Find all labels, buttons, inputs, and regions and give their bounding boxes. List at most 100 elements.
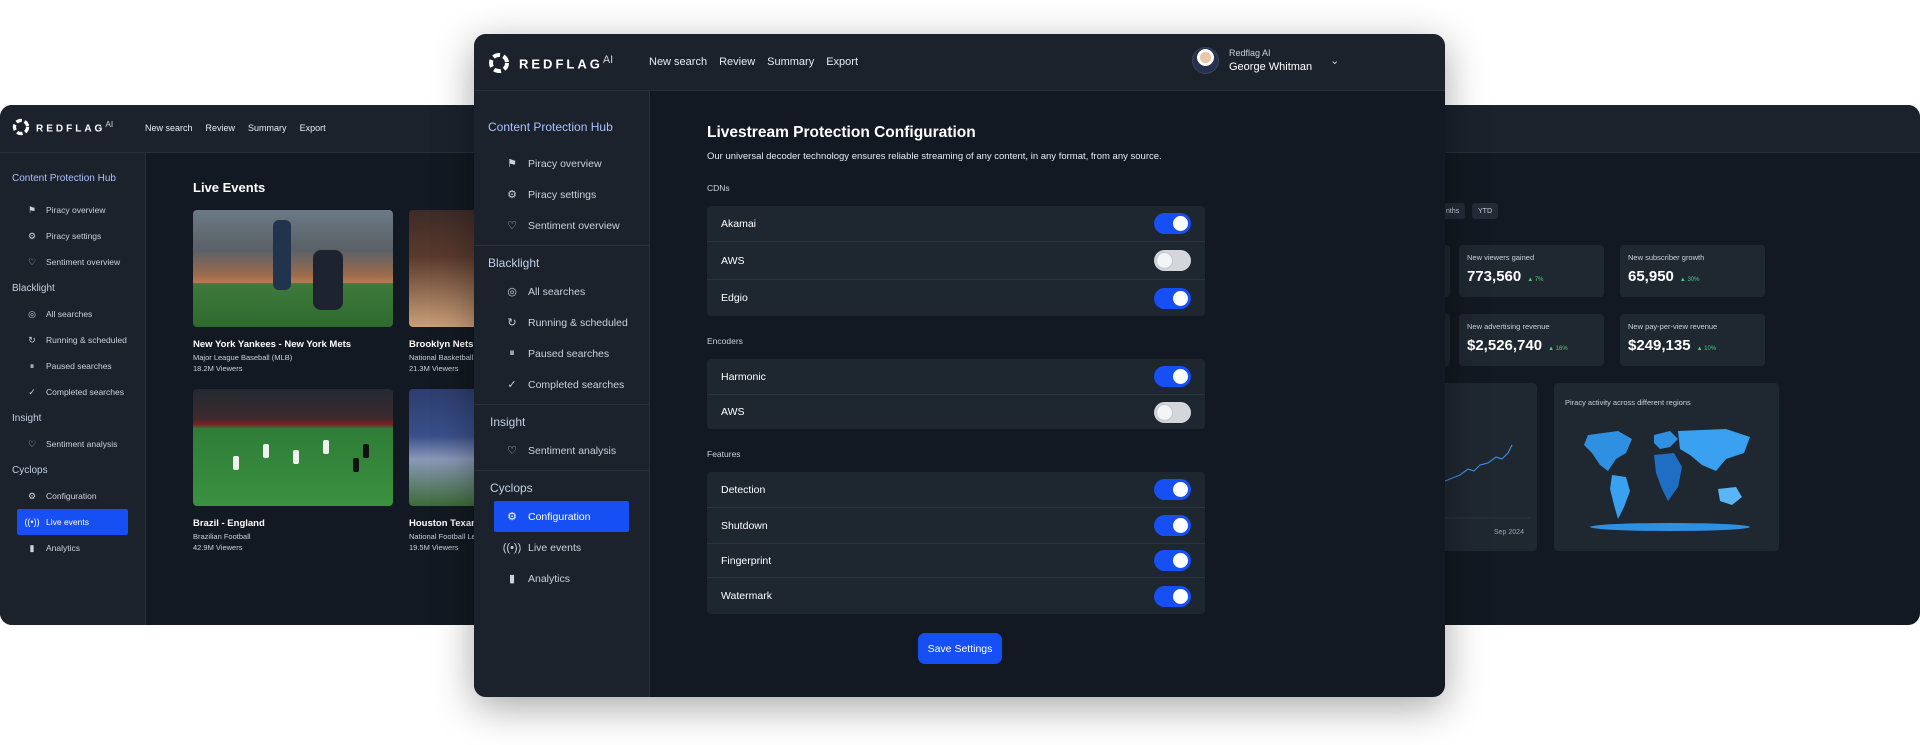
sidebar-item-completed[interactable]: ✓ Completed searches bbox=[474, 369, 649, 400]
running-icon: ↻ bbox=[507, 317, 517, 329]
sidebar-item-analytics[interactable]: ▮ Analytics bbox=[474, 563, 649, 594]
sidebar-item-running[interactable]: ↻ Running & scheduled bbox=[0, 327, 145, 353]
sidebar-item-sentiment-overview[interactable]: ♡ Sentiment overview bbox=[474, 210, 649, 241]
avatar[interactable] bbox=[1192, 47, 1219, 74]
sidebar-item-live-events[interactable]: ((•)) Live events bbox=[474, 532, 649, 563]
sidebar-item-label: Configuration bbox=[46, 491, 97, 501]
nav-export[interactable]: Export bbox=[826, 56, 858, 68]
setting-label: AWS bbox=[721, 254, 745, 267]
nav-export[interactable]: Export bbox=[300, 123, 326, 133]
nav-review[interactable]: Review bbox=[206, 123, 236, 133]
divider bbox=[474, 404, 649, 405]
toggle-knob bbox=[1173, 290, 1188, 306]
chevron-down-icon[interactable]: ⌄ bbox=[1330, 54, 1339, 67]
sidebar-item-label: Paused searches bbox=[528, 347, 610, 360]
sidebar-item-paused[interactable]: ⏸ Paused searches bbox=[474, 338, 649, 369]
bar-chart-icon: ▮ bbox=[29, 542, 35, 553]
toggle-shutdown[interactable] bbox=[1154, 515, 1191, 536]
running-icon: ↻ bbox=[28, 334, 36, 345]
event-viewers: 18.2M Viewers bbox=[193, 364, 243, 373]
check-icon: ✓ bbox=[507, 379, 517, 391]
range-pill-ytd[interactable]: YTD bbox=[1472, 203, 1498, 219]
sidebar-item-completed[interactable]: ✓ Completed searches bbox=[0, 379, 145, 405]
event-card[interactable]: New York Yankees - New York Mets Major L… bbox=[193, 210, 393, 373]
setting-label: Detection bbox=[721, 483, 766, 496]
live-events-title: Live Events bbox=[193, 180, 266, 195]
event-thumbnail[interactable] bbox=[193, 210, 393, 327]
sidebar-item-all-searches[interactable]: ◎ All searches bbox=[0, 301, 145, 327]
nav-new-search[interactable]: New search bbox=[145, 123, 193, 133]
sidebar-item-label: Sentiment overview bbox=[528, 219, 620, 232]
event-card[interactable]: Brazil - England Brazilian Football 42.9… bbox=[193, 389, 393, 552]
nav-summary[interactable]: Summary bbox=[248, 123, 287, 133]
sidebar-item-sentiment-overview[interactable]: ♡ Sentiment overview bbox=[0, 249, 145, 275]
toggle-harmonic[interactable] bbox=[1154, 366, 1191, 387]
sidebar-item-sentiment-analysis[interactable]: ♡ Sentiment analysis bbox=[474, 435, 649, 466]
analytics-window: nths YTD New viewers gained 773,560 ▲ 7% … bbox=[1440, 105, 1920, 625]
sidebar-item-live-events[interactable]: ((•)) Live events bbox=[17, 509, 128, 535]
event-thumbnail[interactable] bbox=[193, 389, 393, 506]
sidebar-item-configuration[interactable]: ⚙ Configuration bbox=[494, 501, 629, 532]
setting-row-watermark: Watermark bbox=[707, 578, 1205, 614]
section-title-hub: Content Protection Hub bbox=[488, 120, 613, 134]
logo: REDFLAGAI bbox=[488, 52, 613, 74]
setting-label: Fingerprint bbox=[721, 554, 772, 567]
setting-row-edgio: Edgio bbox=[707, 280, 1205, 316]
toggle-knob bbox=[1173, 518, 1188, 533]
sidebar-item-sentiment-analysis[interactable]: ♡ Sentiment analysis bbox=[0, 431, 145, 457]
stat-delta: ▲ 30% bbox=[1679, 277, 1700, 283]
sidebar-item-piracy-overview[interactable]: ⚑ Piracy overview bbox=[474, 148, 649, 179]
top-bar: REDFLAGAI New search Review Summary Expo… bbox=[0, 105, 520, 153]
setting-label: Harmonic bbox=[721, 370, 766, 383]
sidebar-item-analytics[interactable]: ▮ Analytics bbox=[0, 535, 145, 561]
brand-name: REDFLAGAI bbox=[36, 119, 114, 135]
sidebar-item-running[interactable]: ↻ Running & scheduled bbox=[474, 307, 649, 338]
configuration-window: REDFLAGAI New search Review Summary Expo… bbox=[474, 34, 1445, 697]
sidebar-item-configuration[interactable]: ⚙ Configuration bbox=[0, 483, 145, 509]
top-bar: REDFLAGAI New search Review Summary Expo… bbox=[474, 34, 1445, 91]
sidebar-item-paused[interactable]: ⏸ Paused searches bbox=[0, 353, 145, 379]
toggle-knob bbox=[1173, 369, 1188, 384]
setting-row-aws-encoder: AWS bbox=[707, 395, 1205, 429]
sidebar-item-label: Analytics bbox=[528, 572, 571, 585]
nav-summary[interactable]: Summary bbox=[767, 56, 814, 68]
toggle-aws-encoder[interactable] bbox=[1154, 401, 1191, 423]
toggle-watermark[interactable] bbox=[1154, 585, 1191, 607]
save-settings-button[interactable]: Save Settings bbox=[918, 633, 1002, 664]
sidebar-item-label: All searches bbox=[528, 285, 586, 298]
sidebar-item-piracy-settings[interactable]: ⚙ Piracy settings bbox=[0, 223, 145, 249]
stat-card-subscribers: New subscriber growth 65,950 ▲ 30% bbox=[1620, 245, 1765, 297]
section-title-insight: Insight bbox=[12, 413, 42, 424]
stat-card-viewers: New viewers gained 773,560 ▲ 7% bbox=[1459, 245, 1604, 297]
trend-chart-panel: Sep 2024 bbox=[1440, 383, 1537, 551]
sidebar-item-label: Completed searches bbox=[46, 387, 124, 397]
toggle-fingerprint[interactable] bbox=[1154, 550, 1191, 571]
toggle-akamai[interactable] bbox=[1154, 213, 1191, 234]
sidebar-item-label: Live events bbox=[528, 541, 582, 554]
stat-label: New viewers gained bbox=[1467, 253, 1535, 262]
user-menu[interactable]: Redflag AI George Whitman ⌄ bbox=[1192, 47, 1339, 74]
stat-delta: ▲ 16% bbox=[1548, 346, 1568, 352]
sidebar-item-label: Piracy settings bbox=[46, 231, 102, 241]
user-name: George Whitman bbox=[1229, 61, 1313, 73]
toggle-detection[interactable] bbox=[1154, 479, 1191, 500]
stat-value: $249,135 bbox=[1628, 337, 1691, 354]
nav-new-search[interactable]: New search bbox=[649, 56, 707, 68]
settings-icon: ⚙ bbox=[27, 230, 37, 241]
toggle-knob bbox=[1173, 553, 1188, 568]
sidebar-item-label: Piracy overview bbox=[528, 157, 602, 170]
trend-line-chart bbox=[1440, 444, 1530, 519]
nav-review[interactable]: Review bbox=[719, 56, 755, 68]
sidebar-item-piracy-settings[interactable]: ⚙ Piracy settings bbox=[474, 179, 649, 210]
sidebar-item-label: Running & scheduled bbox=[528, 316, 628, 329]
pause-icon: ⏸ bbox=[509, 347, 515, 359]
flag-icon: ⚑ bbox=[27, 204, 37, 215]
sidebar-item-all-searches[interactable]: ◎ All searches bbox=[474, 276, 649, 307]
group-label-encoders: Encoders bbox=[707, 336, 743, 346]
top-nav: New search Review Summary Export bbox=[649, 56, 858, 68]
toggle-knob bbox=[1173, 216, 1188, 231]
toggle-edgio[interactable] bbox=[1154, 287, 1191, 309]
sidebar-item-piracy-overview[interactable]: ⚑ Piracy overview bbox=[0, 197, 145, 223]
toggle-aws-cdn[interactable] bbox=[1154, 250, 1191, 271]
heart-icon: ♡ bbox=[507, 220, 517, 232]
